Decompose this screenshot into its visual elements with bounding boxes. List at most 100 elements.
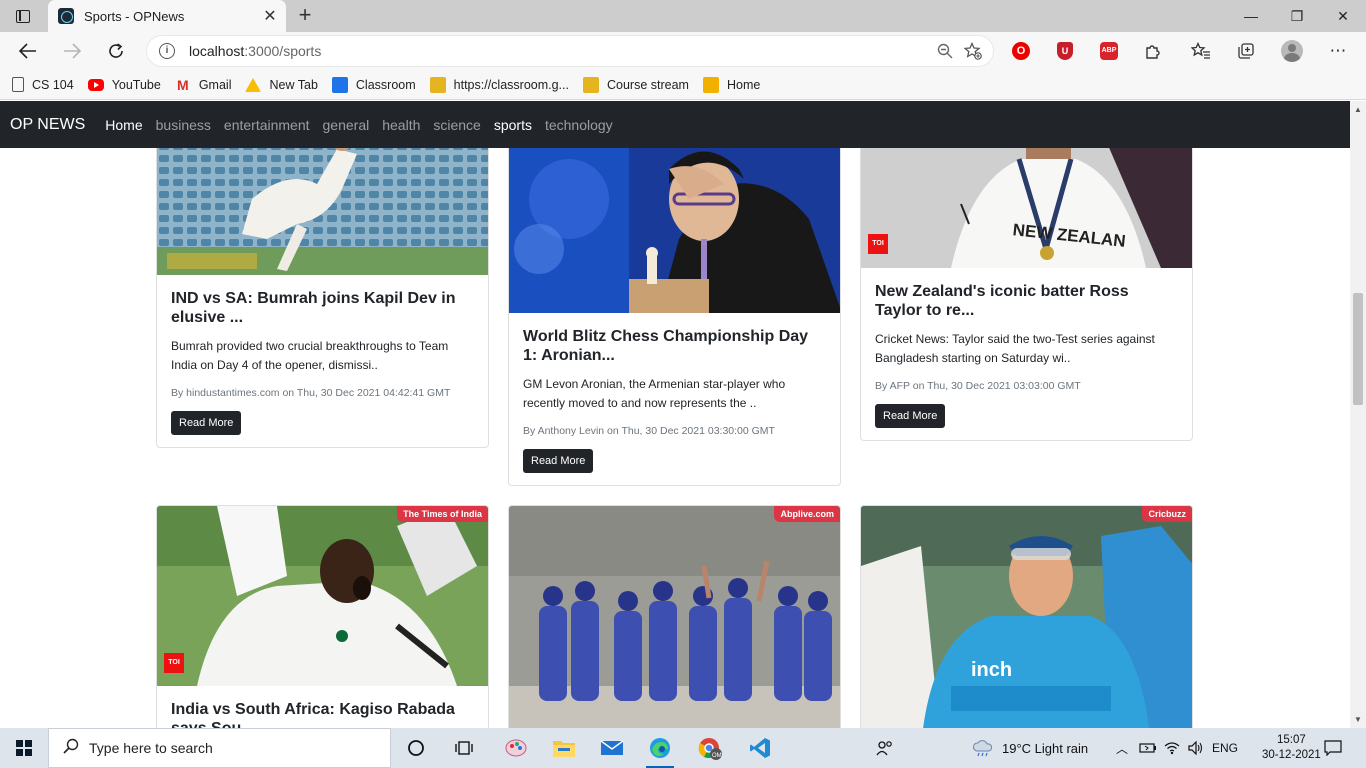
card-meta: By AFP on Thu, 30 Dec 2021 03:03:00 GMT: [875, 380, 1081, 392]
news-card: Abplive.com: [508, 505, 841, 728]
shield-extension-icon[interactable]: U: [1053, 39, 1077, 63]
address-toolbar: i localhost:3000/sports O U ABP ⋯: [0, 32, 1366, 70]
card-title[interactable]: New Zealand's iconic batter Ross Taylor …: [875, 282, 1178, 320]
clock[interactable]: 15:07 30-12-2021: [1262, 728, 1321, 768]
paint-app-icon[interactable]: [496, 732, 536, 764]
bookmark-classroom-link[interactable]: https://classroom.g...: [429, 73, 569, 97]
address-bar[interactable]: i localhost:3000/sports: [146, 35, 994, 67]
news-image-cricket-bowler[interactable]: [157, 148, 488, 275]
search-icon: [63, 738, 79, 759]
nav-link-entertainment[interactable]: entertainment: [224, 117, 310, 133]
news-card: World Blitz Chess Championship Day 1: Ar…: [508, 148, 841, 486]
back-arrow-icon[interactable]: [13, 37, 43, 65]
nav-link-general[interactable]: general: [323, 117, 370, 133]
classroom-icon: [331, 76, 348, 93]
file-explorer-icon[interactable]: [544, 732, 584, 764]
source-badge: The Times of India: [397, 506, 488, 522]
gmail-icon: M: [176, 76, 189, 93]
nav-link-sports[interactable]: sports: [494, 117, 532, 133]
start-button[interactable]: [0, 728, 48, 768]
scroll-up-icon[interactable]: ▲: [1354, 105, 1362, 114]
wifi-icon[interactable]: [1164, 728, 1180, 768]
people-icon[interactable]: [876, 728, 894, 768]
bookmark-new-tab[interactable]: New Tab: [245, 73, 318, 97]
url-text[interactable]: localhost:3000/sports: [189, 43, 931, 59]
bookmark-home[interactable]: Home: [702, 73, 760, 97]
tab-title: Sports - OPNews: [84, 8, 185, 24]
show-hidden-icons[interactable]: ︿: [1116, 728, 1128, 768]
bookmark-course-stream[interactable]: Course stream: [582, 73, 689, 97]
mail-icon[interactable]: [592, 732, 632, 764]
news-card: NEW ZEALAN TOI New Zealand's iconic batt…: [860, 148, 1193, 441]
cloud-rain-icon: [973, 740, 993, 757]
bookmarks-bar: CS 104 YouTube M Gmail New Tab Classroom …: [0, 70, 1366, 100]
toi-logo: TOI: [868, 234, 888, 254]
bookmark-youtube[interactable]: YouTube: [87, 73, 161, 97]
classroom-yellow-icon: [429, 76, 446, 93]
nav-link-business[interactable]: business: [156, 117, 211, 133]
more-menu-icon[interactable]: ⋯: [1326, 39, 1350, 63]
battery-icon[interactable]: [1139, 728, 1157, 768]
language-indicator[interactable]: ENG: [1212, 728, 1238, 768]
zoom-icon[interactable]: [931, 37, 959, 65]
site-navbar: OP NEWS Home business entertainment gene…: [0, 101, 1350, 148]
edge-browser-icon[interactable]: [640, 732, 680, 768]
new-tab-button[interactable]: +: [292, 4, 318, 28]
tab-close-icon[interactable]: ✕: [258, 6, 282, 26]
read-more-button[interactable]: Read More: [875, 404, 946, 428]
youtube-icon: [87, 78, 104, 91]
brand-logo[interactable]: OP NEWS: [10, 116, 85, 134]
svg-text:inch: inch: [971, 659, 1012, 681]
favorites-icon[interactable]: [1189, 39, 1213, 63]
read-more-button[interactable]: Read More: [171, 411, 242, 435]
chrome-profile-icon[interactable]: OM: [690, 732, 730, 764]
scroll-down-icon[interactable]: ▼: [1354, 715, 1362, 724]
news-image-india-u19-team[interactable]: Abplive.com: [509, 506, 840, 728]
refresh-icon[interactable]: [101, 37, 131, 65]
news-image-chess-player[interactable]: [509, 148, 840, 313]
card-title[interactable]: IND vs SA: Bumrah joins Kapil Dev in elu…: [171, 289, 474, 327]
scrollbar-thumb[interactable]: [1353, 293, 1363, 405]
window-close-button[interactable]: ✕: [1320, 0, 1366, 32]
news-image-rabada[interactable]: The Times of India TOI: [157, 506, 488, 686]
bookmark-classroom[interactable]: Classroom: [331, 73, 416, 97]
minimize-button[interactable]: —: [1228, 0, 1274, 32]
bookmark-gmail[interactable]: M Gmail: [175, 73, 232, 97]
news-image-england-coach[interactable]: inch Cricbuzz: [861, 506, 1192, 728]
nav-link-home[interactable]: Home: [105, 117, 142, 133]
opera-extension-icon[interactable]: O: [1009, 39, 1033, 63]
vscode-icon[interactable]: [740, 732, 780, 764]
card-meta: By Anthony Levin on Thu, 30 Dec 2021 03:…: [523, 425, 775, 437]
read-more-button[interactable]: Read More: [523, 449, 594, 473]
volume-icon[interactable]: [1188, 728, 1204, 768]
collections-icon[interactable]: [1234, 39, 1258, 63]
card-title[interactable]: World Blitz Chess Championship Day 1: Ar…: [523, 327, 826, 365]
card-title[interactable]: India vs South Africa: Kagiso Rabada say…: [171, 700, 474, 728]
profile-avatar-icon[interactable]: [1280, 39, 1304, 63]
nav-link-health[interactable]: health: [382, 117, 420, 133]
nav-link-science[interactable]: science: [433, 117, 480, 133]
page-scrollbar[interactable]: ▲ ▼: [1350, 101, 1366, 728]
classroom-yellow-icon: [582, 76, 599, 93]
weather-widget[interactable]: 19°C Light rain: [972, 728, 1088, 768]
taskbar-search[interactable]: Type here to search: [48, 728, 391, 768]
windows-logo-icon: [16, 740, 32, 756]
cortana-icon[interactable]: [396, 732, 436, 764]
add-favorite-icon[interactable]: [959, 37, 987, 65]
notifications-icon[interactable]: [1324, 728, 1342, 768]
news-card: IND vs SA: Bumrah joins Kapil Dev in elu…: [156, 148, 489, 448]
clock-date: 30-12-2021: [1262, 749, 1321, 761]
browser-tab[interactable]: Sports - OPNews ✕: [48, 0, 286, 32]
drive-icon: [245, 77, 262, 92]
tab-actions-icon[interactable]: [8, 6, 38, 26]
restore-button[interactable]: ❐: [1274, 0, 1320, 32]
task-view-icon[interactable]: [444, 732, 484, 764]
forward-arrow-icon[interactable]: [57, 37, 87, 65]
site-info-icon[interactable]: i: [159, 43, 175, 59]
bookmark-cs104[interactable]: CS 104: [10, 73, 74, 97]
adblock-plus-icon[interactable]: ABP: [1097, 39, 1121, 63]
nav-link-technology[interactable]: technology: [545, 117, 613, 133]
news-image-ross-taylor[interactable]: NEW ZEALAN TOI: [861, 148, 1192, 268]
extensions-puzzle-icon[interactable]: [1141, 39, 1165, 63]
search-placeholder: Type here to search: [89, 740, 213, 756]
